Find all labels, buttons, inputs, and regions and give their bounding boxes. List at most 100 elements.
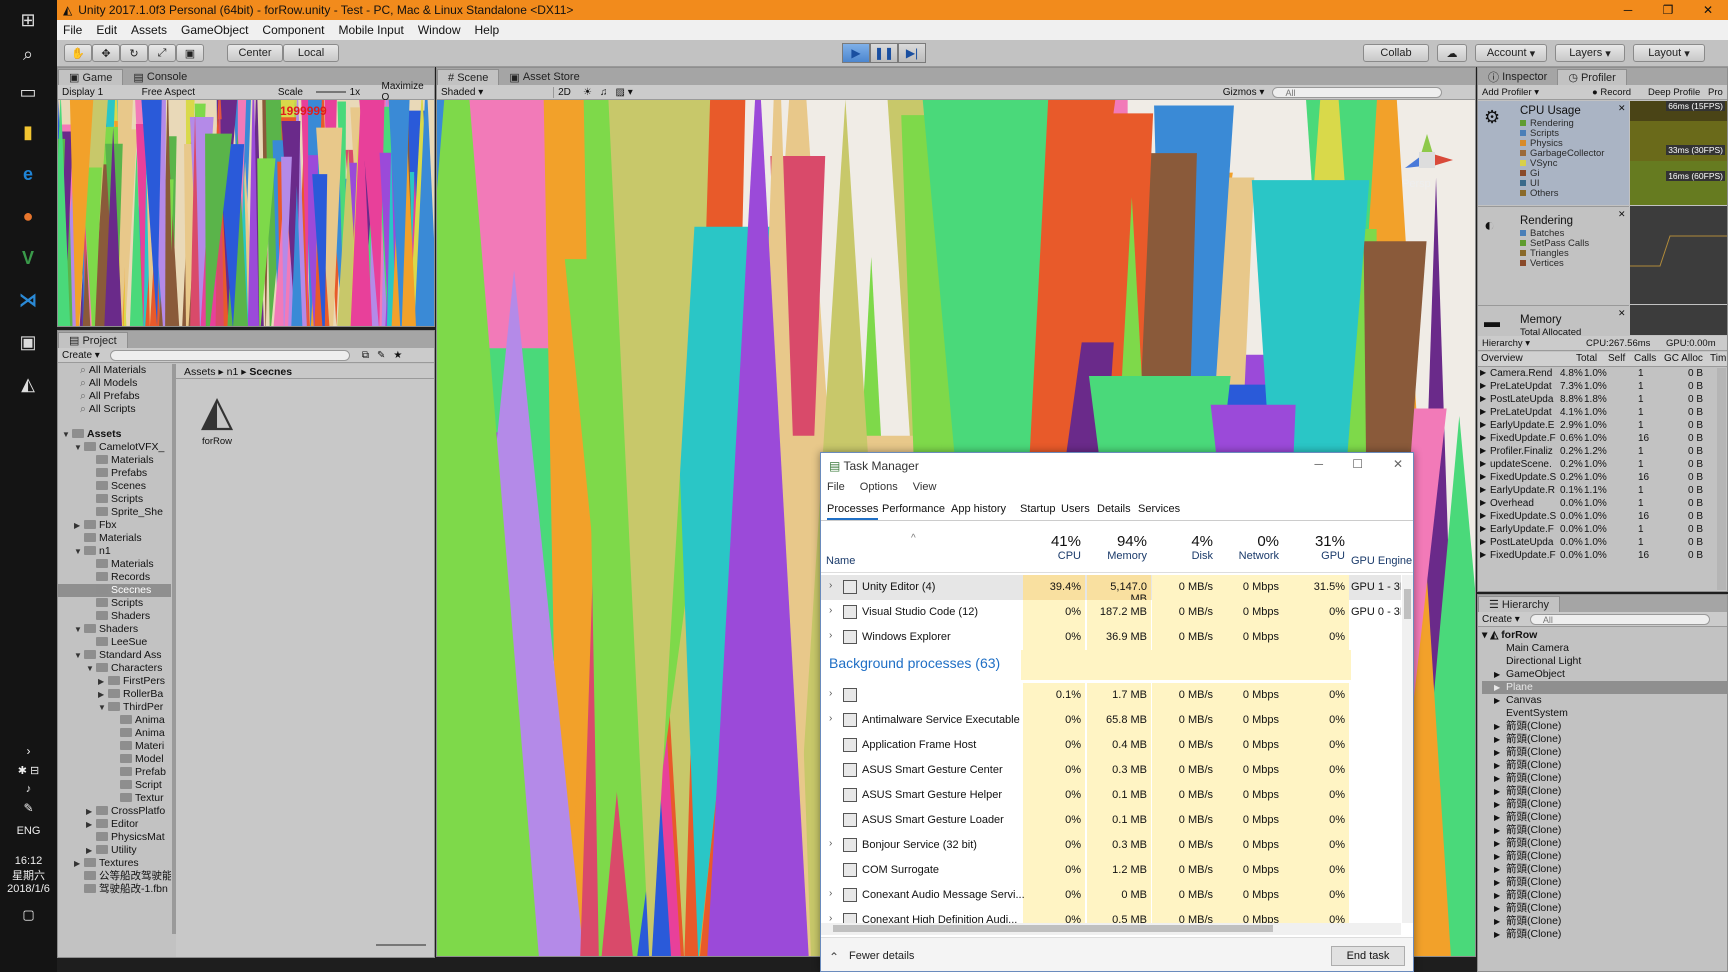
tm-col-memory[interactable]: 94% Memory	[1091, 533, 1147, 573]
menu-assets[interactable]: Assets	[131, 23, 167, 37]
pivot-center-button[interactable]: Center	[227, 44, 283, 62]
expand-arrow-icon[interactable]: ▶	[1494, 876, 1506, 889]
fewer-details-link[interactable]: Fewer details	[849, 950, 914, 962]
menu-component[interactable]: Component	[262, 23, 324, 37]
aspect-dropdown[interactable]: Free Aspect	[136, 87, 278, 98]
hierarchy-item[interactable]: ▶ 箭頭(Clone)	[1482, 837, 1727, 850]
tm-hscroll-thumb[interactable]	[833, 925, 1273, 932]
expand-arrow-icon[interactable]: ▼	[86, 662, 96, 675]
expand-arrow-icon[interactable]: ▶	[1494, 668, 1506, 681]
language-indicator[interactable]: ENG	[0, 825, 57, 837]
deep-profile-toggle[interactable]: Deep Profile	[1648, 87, 1708, 98]
tm-horizontal-scrollbar[interactable]	[821, 923, 1401, 935]
project-folder-item[interactable]: ▶ CrossPlatfo	[58, 805, 171, 818]
tm-process-row[interactable]: 0% 0.3 MB 0 MB/s 0 Mbps 0% › Bonjour Service (…	[821, 833, 1401, 858]
tm-process-row[interactable]: 0% 0.1 MB 0 MB/s 0 Mbps 0% ASUS Smart Gesture…	[821, 808, 1401, 833]
project-folder-item[interactable]: ▶ Fbx	[58, 519, 171, 532]
hierarchy-item[interactable]: ▶ 箭頭(Clone)	[1482, 824, 1727, 837]
collab-button[interactable]: Collab	[1363, 44, 1429, 62]
expand-arrow-icon[interactable]: ▶	[1480, 420, 1486, 429]
expand-arrow-icon[interactable]: ▶	[1494, 759, 1506, 772]
favorite-item[interactable]: ⌕ All Scripts	[80, 403, 171, 416]
expand-arrow-icon[interactable]: ▶	[1480, 433, 1486, 442]
overview-row[interactable]: ▶ FixedUpdate.F 0.6% 1.0% 16 0 B	[1478, 433, 1716, 447]
tab-game[interactable]: ▣ Game	[58, 69, 124, 85]
project-folder-item[interactable]: Scenes	[58, 480, 171, 493]
account-dropdown[interactable]: Account ▾	[1475, 44, 1547, 62]
favorite-item[interactable]: ⌕ All Materials	[80, 364, 171, 377]
project-folder-item[interactable]: Anima	[58, 714, 171, 727]
scene-search-input[interactable]: All	[1272, 86, 1443, 98]
tm-col-network[interactable]: 0% Network	[1221, 533, 1279, 573]
favorite-star-icon[interactable]: ★	[393, 350, 402, 361]
expand-arrow-icon[interactable]: ▼	[74, 441, 84, 454]
cpu-usage-graph[interactable]: 66ms (15FPS) 33ms (30FPS) 16ms (60FPS)	[1630, 101, 1727, 205]
overview-row[interactable]: ▶ EarlyUpdate.F 0.0% 1.0% 1 0 B	[1478, 524, 1716, 538]
project-folder-item[interactable]: LeeSue	[58, 636, 171, 649]
hierarchy-item[interactable]: Directional Light	[1482, 655, 1727, 668]
shading-mode-dropdown[interactable]: Shaded ▾	[441, 87, 549, 98]
volume-icon[interactable]: ♪	[0, 783, 57, 795]
cloud-icon[interactable]: ☁	[1437, 44, 1467, 62]
project-folder-item[interactable]: ▼ Assets	[58, 428, 171, 441]
pause-button[interactable]: ❚❚	[870, 43, 898, 63]
hierarchy-item[interactable]: ▶ 箭頭(Clone)	[1482, 720, 1727, 733]
profiler-more-label[interactable]: Pro	[1708, 87, 1723, 98]
hierarchy-item[interactable]: ▶ 箭頭(Clone)	[1482, 785, 1727, 798]
expand-arrow-icon[interactable]: ▶	[1480, 485, 1486, 494]
tm-process-row[interactable]: 0% 0.1 MB 0 MB/s 0 Mbps 0% ASUS Smart Gesture…	[821, 783, 1401, 808]
expand-arrow-icon[interactable]: ›	[829, 688, 832, 699]
col-total[interactable]: Total	[1576, 353, 1597, 364]
project-create-button[interactable]: Create ▾	[62, 350, 100, 361]
expand-arrow-icon[interactable]: ▶	[1480, 381, 1486, 390]
project-folder-item[interactable]: ▶ FirstPers	[58, 675, 171, 688]
tm-menu-file[interactable]: File	[827, 481, 845, 493]
menu-help[interactable]: Help	[475, 23, 500, 37]
tab-console[interactable]: ▤ Console	[123, 69, 198, 85]
tm-process-row[interactable]: 0% 0.3 MB 0 MB/s 0 Mbps 0% ASUS Smart Gesture…	[821, 758, 1401, 783]
project-folder-item[interactable]: ▶ Utility	[58, 844, 171, 857]
expand-arrow-icon[interactable]: ›	[829, 605, 832, 616]
monitor-icon[interactable]: ▣	[14, 328, 42, 356]
expand-arrow-icon[interactable]: ▼	[74, 649, 84, 662]
project-folder-item[interactable]: Sprite_She	[58, 506, 171, 519]
overview-row[interactable]: ▶ PreLateUpdat 7.3% 1.0% 1 0 B	[1478, 381, 1716, 395]
project-folder-item[interactable]: PhysicsMat	[58, 831, 171, 844]
hierarchy-item[interactable]: ▶ 箭頭(Clone)	[1482, 733, 1727, 746]
tm-tab-startup[interactable]: Startup	[1020, 503, 1055, 515]
scene-asset-item[interactable]: ◭ forRow	[188, 386, 246, 447]
audio-toggle-icon[interactable]: ♫	[600, 87, 608, 98]
tm-col-gpu-engine[interactable]: GPU Engine	[1351, 555, 1412, 567]
overview-row[interactable]: ▶ updateScene. 0.2% 1.0% 1 0 B	[1478, 459, 1716, 473]
play-button[interactable]: ▶	[842, 43, 870, 63]
tab-scene[interactable]: # Scene	[437, 69, 500, 85]
display-dropdown[interactable]: Display 1	[62, 87, 136, 98]
unity-icon[interactable]: ◭	[14, 370, 42, 398]
overview-row[interactable]: ▶ EarlyUpdate.R 0.1% 1.1% 1 0 B	[1478, 485, 1716, 499]
expand-arrow-icon[interactable]: ▶	[1480, 498, 1486, 507]
overview-row[interactable]: ▶ Profiler.Finaliz 0.2% 1.2% 1 0 B	[1478, 446, 1716, 460]
overview-row[interactable]: ▶ PreLateUpdat 4.1% 1.0% 1 0 B	[1478, 407, 1716, 421]
tm-menu-view[interactable]: View	[913, 481, 937, 493]
project-folder-item[interactable]: ▼ Standard Ass	[58, 649, 171, 662]
rect-tool-icon[interactable]: ▣	[176, 44, 204, 62]
expand-arrow-icon[interactable]: ▶	[1494, 811, 1506, 824]
hierarchy-item[interactable]: ▶ 箭頭(Clone)	[1482, 798, 1727, 811]
rendering-module[interactable]: ◐ Rendering Batches SetPass Calls Triangle…	[1478, 206, 1629, 304]
layers-dropdown[interactable]: Layers ▾	[1555, 44, 1625, 62]
project-folder-item[interactable]: Anima	[58, 727, 171, 740]
close-rendering-icon[interactable]: ✕	[1618, 209, 1626, 220]
tm-tab-app-history[interactable]: App history	[951, 503, 1006, 515]
tray-icons[interactable]: ✱ ⊟	[0, 764, 57, 777]
expand-arrow-icon[interactable]: ▶	[1494, 928, 1506, 941]
project-folder-item[interactable]: ▼ Characters	[58, 662, 171, 675]
action-center-icon[interactable]: ▢	[0, 907, 57, 923]
tm-process-row[interactable]: 39.4% 5,147.0 MB 0 MB/s 0 Mbps 31.5% › Unity E…	[821, 575, 1401, 605]
expand-arrow-icon[interactable]: ›	[829, 913, 832, 923]
close-icon[interactable]: ✕	[1688, 0, 1728, 20]
hierarchy-search-input[interactable]: All	[1529, 613, 1710, 625]
expand-arrow-icon[interactable]: ▶	[1494, 824, 1506, 837]
expand-arrow-icon[interactable]: ▶	[98, 675, 108, 688]
expand-arrow-icon[interactable]: ▶	[86, 805, 96, 818]
clock-time[interactable]: 16:12	[0, 855, 57, 867]
